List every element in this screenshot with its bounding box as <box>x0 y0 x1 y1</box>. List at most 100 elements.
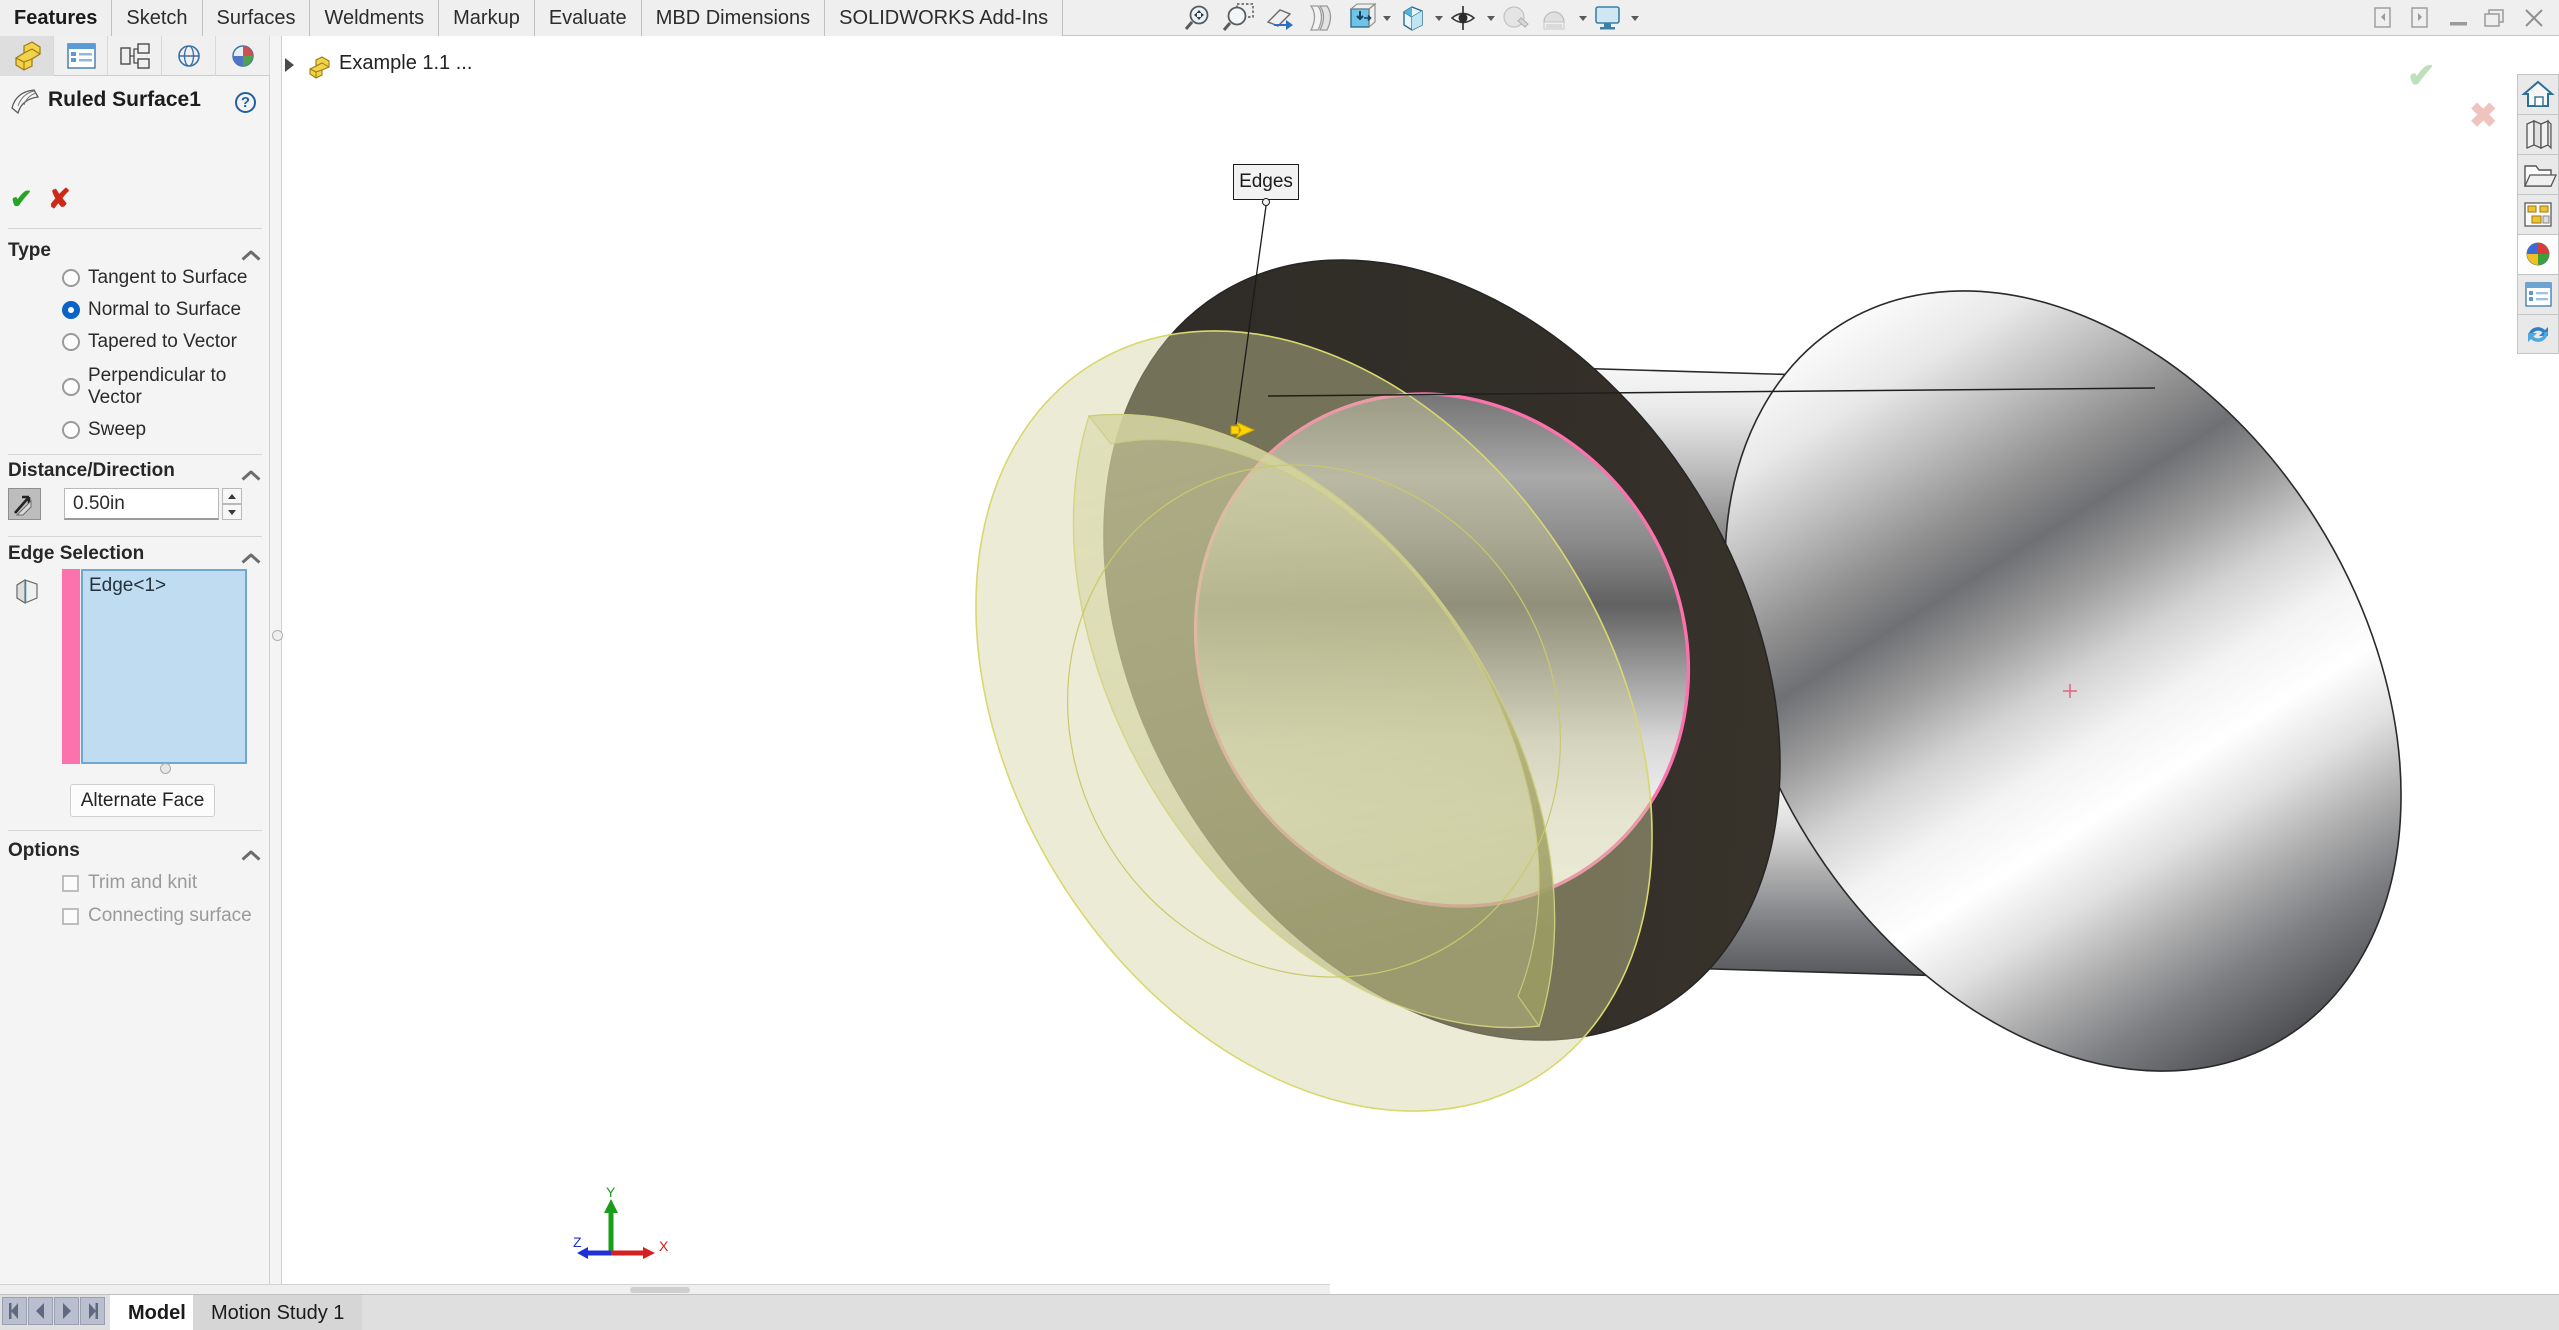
dimxpert-manager-tab[interactable] <box>162 36 216 76</box>
tab-sketch[interactable]: Sketch <box>112 0 203 36</box>
section-header-options[interactable]: Options <box>0 838 270 866</box>
help-icon[interactable]: ? <box>235 92 256 113</box>
display-manager-tab[interactable] <box>216 36 270 76</box>
section-header-edge-selection[interactable]: Edge Selection <box>0 541 270 569</box>
confirm-corner-cancel[interactable]: ✖ <box>2469 96 2498 136</box>
tab-model[interactable]: Model <box>110 1295 204 1330</box>
zoom-to-area-icon[interactable] <box>1220 0 1260 36</box>
scrollbar-thumb[interactable] <box>630 1287 690 1293</box>
apply-scene-icon[interactable] <box>1536 0 1588 36</box>
window-controls <box>2363 0 2553 36</box>
chevron-up-icon[interactable] <box>242 846 258 862</box>
triad-y-label: Y <box>606 1184 616 1200</box>
view-palette-icon[interactable] <box>2517 194 2559 234</box>
checkbox-label: Connecting surface <box>88 905 252 926</box>
reverse-direction-icon[interactable] <box>8 488 41 520</box>
tab-markup[interactable]: Markup <box>439 0 535 36</box>
graphics-viewport[interactable]: Example 1.1 ... Edges ✔ ✖ Y X Z <box>283 36 2559 1294</box>
alternate-face-button[interactable]: Alternate Face <box>70 784 215 817</box>
view-orientation-icon[interactable] <box>1340 0 1392 36</box>
view-settings-icon[interactable] <box>1588 0 1640 36</box>
nav-next-button[interactable] <box>54 1297 79 1325</box>
distance-input-field[interactable] <box>65 489 218 518</box>
radio-indicator <box>62 269 80 287</box>
list-item[interactable]: Edge<1> <box>89 575 166 597</box>
edges-callout[interactable]: Edges <box>1233 164 1299 200</box>
edge-list-resize-handle[interactable] <box>160 763 171 774</box>
section-options-label: Options <box>8 840 80 861</box>
checkbox-indicator <box>62 875 79 892</box>
appearances-scenes-icon[interactable] <box>2517 234 2559 274</box>
distance-spinner-down[interactable] <box>222 504 242 520</box>
chevron-up-icon[interactable] <box>242 466 258 482</box>
nav-last-button[interactable] <box>80 1297 105 1325</box>
tab-surfaces[interactable]: Surfaces <box>202 0 311 36</box>
nav-prev-button[interactable] <box>28 1297 53 1325</box>
distance-spinner-up[interactable] <box>222 488 242 504</box>
display-style-icon[interactable] <box>1392 0 1444 36</box>
section-type-label: Type <box>8 240 51 261</box>
tab-weldments-label: Weldments <box>324 7 425 29</box>
tab-features[interactable]: Features <box>0 0 113 36</box>
distance-input[interactable] <box>64 488 219 520</box>
apply-scene-dropdown-arrow[interactable] <box>1579 16 1587 21</box>
hide-show-items-icon[interactable] <box>1444 0 1496 36</box>
panel-splitter[interactable] <box>270 36 282 1294</box>
selection-color-swatch <box>62 569 80 764</box>
study-nav-buttons <box>2 1297 106 1325</box>
radio-indicator <box>62 378 80 396</box>
tab-solidworks-add-ins[interactable]: SOLIDWORKS Add-Ins <box>825 0 1064 36</box>
nav-first-button[interactable] <box>2 1297 27 1325</box>
solidworks-resources-icon[interactable] <box>2517 74 2559 114</box>
section-view-icon[interactable] <box>1300 0 1340 36</box>
horizontal-scrollbar[interactable] <box>0 1284 1330 1294</box>
coordinate-triad: Y X Z <box>573 1184 669 1259</box>
section-header-distance-direction[interactable]: Distance/Direction <box>0 458 270 486</box>
radio-label: Tapered to Vector <box>88 331 237 352</box>
custom-properties-icon[interactable] <box>2517 274 2559 314</box>
triad-x-label: X <box>659 1238 669 1254</box>
display-style-dropdown-arrow[interactable] <box>1435 16 1443 21</box>
tab-evaluate[interactable]: Evaluate <box>534 0 642 36</box>
restore-icon[interactable] <box>2477 0 2515 36</box>
radio-indicator <box>62 333 80 351</box>
rotate-view-icon[interactable] <box>1260 0 1300 36</box>
radio-label: Sweep <box>88 419 147 440</box>
command-manager-tab-bar: Features Sketch Surfaces Weldments Marku… <box>0 0 2559 36</box>
divider <box>8 536 262 537</box>
edge-selection-box[interactable]: Edge<1> <box>62 569 247 764</box>
chevron-up-icon[interactable] <box>242 549 258 565</box>
feature-manager-tab[interactable] <box>0 36 54 76</box>
three-d-model[interactable] <box>283 36 2559 1294</box>
radio-label: Normal to Surface <box>88 299 242 320</box>
zoom-to-fit-icon[interactable] <box>1180 0 1220 36</box>
edit-appearance-icon[interactable] <box>1496 0 1536 36</box>
restore-right-icon[interactable] <box>2401 0 2439 36</box>
edge-selection-list[interactable]: Edge<1> <box>81 569 247 764</box>
close-icon[interactable] <box>2515 0 2553 36</box>
file-explorer-icon[interactable] <box>2517 154 2559 194</box>
ok-button[interactable]: ✔ <box>10 184 33 215</box>
section-header-type[interactable]: Type <box>0 238 270 266</box>
configuration-manager-tab[interactable] <box>108 36 162 76</box>
tab-mbd-dimensions[interactable]: MBD Dimensions <box>641 0 826 36</box>
panel-splitter-handle[interactable] <box>272 630 283 641</box>
property-manager-tab[interactable] <box>54 36 108 76</box>
chevron-up-icon[interactable] <box>242 246 258 262</box>
view-settings-dropdown-arrow[interactable] <box>1631 16 1639 21</box>
cancel-button[interactable]: ✘ <box>48 184 71 215</box>
confirm-corner-ok[interactable]: ✔ <box>2407 56 2436 96</box>
hide-show-items-dropdown-arrow[interactable] <box>1487 16 1495 21</box>
minimize-icon[interactable] <box>2439 0 2477 36</box>
restore-left-icon[interactable] <box>2363 0 2401 36</box>
tab-solidworks-add-ins-label: SOLIDWORKS Add-Ins <box>839 7 1049 29</box>
view-orientation-dropdown-arrow[interactable] <box>1383 16 1391 21</box>
design-library-icon[interactable] <box>2517 114 2559 154</box>
view-toolbar <box>1180 0 1640 36</box>
solidworks-forum-icon[interactable] <box>2517 314 2559 354</box>
tab-motion-study-1[interactable]: Motion Study 1 <box>193 1295 363 1330</box>
property-manager-title: Ruled Surface1 ? <box>0 82 270 124</box>
tab-weldments[interactable]: Weldments <box>310 0 440 36</box>
distance-spinner[interactable] <box>222 488 242 520</box>
tab-sketch-label: Sketch <box>126 7 188 29</box>
